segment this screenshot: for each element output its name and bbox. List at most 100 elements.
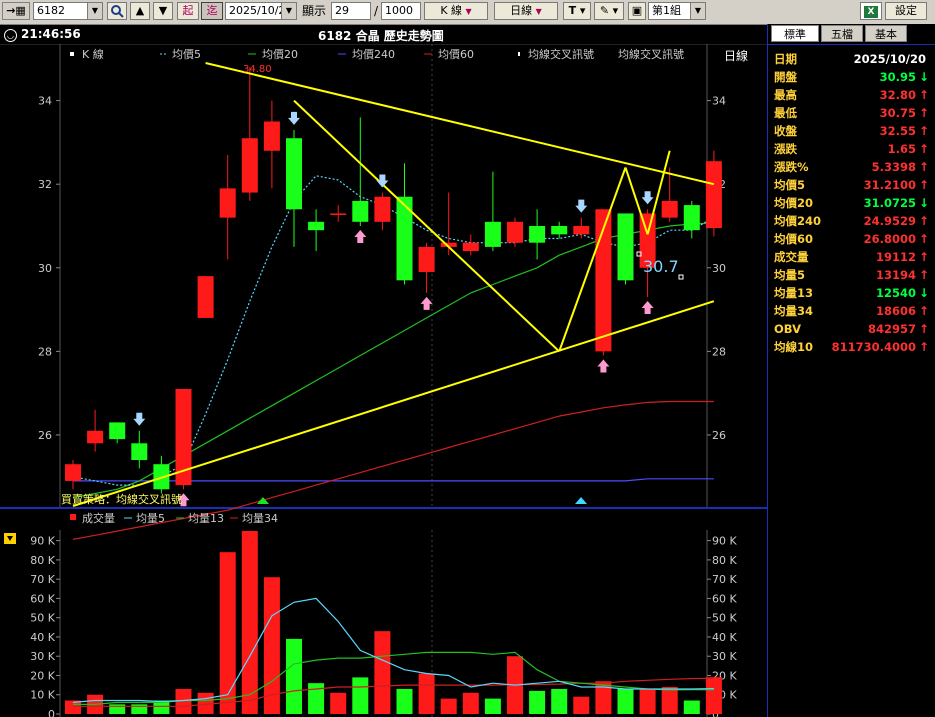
arrow-down-icon: ↓ — [918, 286, 930, 300]
vol-legend-vma13: 均量13 — [188, 512, 224, 525]
trendline — [72, 300, 715, 507]
price-legend: K 線 均價5 均價20 均價240 均價60 均線交叉訊號 均線交叉訊號 — [70, 47, 684, 61]
price-tick-label-right: 34 — [712, 95, 726, 108]
price-tick-label-left: 32 — [38, 178, 52, 191]
arrow-down-icon: ↓ — [918, 70, 930, 84]
vol-tick-label-left: 0 — [48, 708, 55, 717]
legend-kline: K 線 — [82, 47, 104, 61]
quote-row: 最高 32.80 ↑ — [774, 86, 930, 104]
vol-tick-label-left: 60 K — [30, 592, 55, 605]
quote-value: 5.3398 — [871, 160, 916, 174]
quote-row: 均量34 18606 ↑ — [774, 302, 930, 320]
quote-value: 18606 — [875, 304, 916, 318]
legend-ma240: 均價240 — [352, 47, 395, 61]
arrow-up-icon: ↑ — [918, 88, 930, 102]
vol-tick-label-left: 50 K — [30, 612, 55, 625]
price-volume-chart[interactable]: K 線 均價5 均價20 均價240 均價60 均線交叉訊號 均線交叉訊號 34… — [0, 0, 767, 717]
vol-tick-label-left: 10 K — [30, 689, 55, 702]
quote-key: 成交量 — [774, 250, 809, 264]
tab-basic[interactable]: 基本 — [865, 25, 907, 42]
annotation-marker[interactable] — [678, 274, 684, 280]
candle-body — [308, 221, 325, 231]
arrow-up-icon: ↑ — [918, 124, 930, 138]
price-tick-label-left: 28 — [38, 345, 52, 358]
volume-legend: 成交量 均量5 均量13 均量34 — [70, 511, 278, 525]
quote-value: 842957 — [867, 322, 916, 336]
candle-body — [462, 242, 479, 252]
quote-row: 均量13 12540 ↓ — [774, 284, 930, 302]
quote-row: 均價5 31.2100 ↑ — [774, 176, 930, 194]
volume-bar — [418, 673, 435, 714]
sell-signal-arrow-icon — [641, 191, 654, 205]
legend-ma20: 均價20 — [262, 47, 298, 61]
quote-row: 成交量 19112 ↑ — [774, 248, 930, 266]
buy-signal-arrow-icon — [354, 229, 367, 243]
quote-row: OBV 842957 ↑ — [774, 320, 930, 338]
excel-icon[interactable]: X — [860, 2, 882, 20]
candle-body — [374, 196, 391, 222]
candle-body — [661, 200, 678, 218]
arrow-up-icon: ↑ — [918, 142, 930, 156]
candle-body — [131, 443, 148, 461]
quote-value: 30.75 — [879, 106, 916, 120]
arrow-up-icon: ↑ — [918, 304, 930, 318]
vol-tick-label-left: 30 K — [30, 650, 55, 663]
quote-row: 收盤 32.55 ↑ — [774, 122, 930, 140]
legend-ma5: 均價5 — [172, 47, 201, 61]
vol-tick-label-left: 20 K — [30, 669, 55, 682]
arrow-up-icon: ↑ — [918, 322, 930, 336]
candle-body — [330, 213, 347, 215]
vol-tick-label-left: 90 K — [30, 535, 55, 548]
candle-body — [418, 246, 435, 272]
price-tick-label-right: 26 — [712, 429, 726, 442]
tab-five-level[interactable]: 五檔 — [821, 25, 863, 42]
sell-signal-arrow-icon — [376, 174, 389, 188]
arrow-up-icon: ↑ — [918, 232, 930, 246]
sell-triangle-marker — [575, 497, 587, 504]
buy-signal-arrow-icon — [420, 296, 433, 310]
candle-body — [352, 200, 369, 222]
tab-standard[interactable]: 標準 — [771, 25, 819, 42]
trendlines — [72, 62, 715, 507]
volume-bar — [440, 698, 457, 714]
quote-value: 2025/10/20 — [853, 52, 926, 66]
quote-key: 均量13 — [774, 286, 814, 300]
quote-key: 收盤 — [774, 124, 797, 138]
arrow-up-icon: ↑ — [918, 340, 930, 354]
quote-row: 均價20 31.0725 ↓ — [774, 194, 930, 212]
quote-panel: 標準 五檔 基本 日期 2025/10/20 開盤 30.95 ↓ 最高 32.80 ↑ 最低 3… — [767, 24, 935, 717]
candle-body — [263, 121, 280, 151]
volume-bar — [462, 692, 479, 714]
vol-tick-label-right: 80 K — [712, 554, 737, 567]
price-tick-label-left: 30 — [38, 262, 52, 275]
quote-key: OBV — [774, 322, 801, 336]
buy-triangle-marker — [257, 497, 269, 504]
candle-body — [551, 225, 568, 235]
vol-tick-label-right: 90 K — [712, 535, 737, 548]
vol-legend-vma5: 均量5 — [136, 512, 165, 525]
volume-bar — [617, 688, 634, 714]
candle-body — [286, 138, 302, 210]
price-tick-label-right: 28 — [712, 345, 726, 358]
volume-bar — [286, 638, 302, 714]
vol-tick-label-right: 40 K — [712, 631, 737, 644]
candle-body — [507, 221, 523, 243]
candle-body — [197, 276, 214, 318]
candle-body — [65, 464, 81, 481]
volume-bar — [551, 688, 568, 714]
settings-button[interactable]: 設定 — [885, 2, 927, 20]
arrow-up-icon: ↑ — [918, 106, 930, 120]
quote-row: 最低 30.75 ↑ — [774, 104, 930, 122]
sell-signal-arrow-icon — [288, 111, 300, 125]
vol-tick-label-left: 40 K — [30, 631, 55, 644]
quote-key: 開盤 — [774, 70, 797, 84]
legend-signal-swatch — [518, 52, 520, 56]
vol-legend-volume: 成交量 — [82, 511, 115, 525]
price-tick-label-left: 26 — [38, 429, 52, 442]
arrow-down-icon: ↓ — [918, 196, 930, 210]
quote-row: 均量5 13194 ↑ — [774, 266, 930, 284]
quote-value: 26.8000 — [863, 232, 916, 246]
quote-key: 均量5 — [774, 268, 806, 282]
quote-row: 均價60 26.8000 ↑ — [774, 230, 930, 248]
quote-key: 均量34 — [774, 304, 814, 318]
